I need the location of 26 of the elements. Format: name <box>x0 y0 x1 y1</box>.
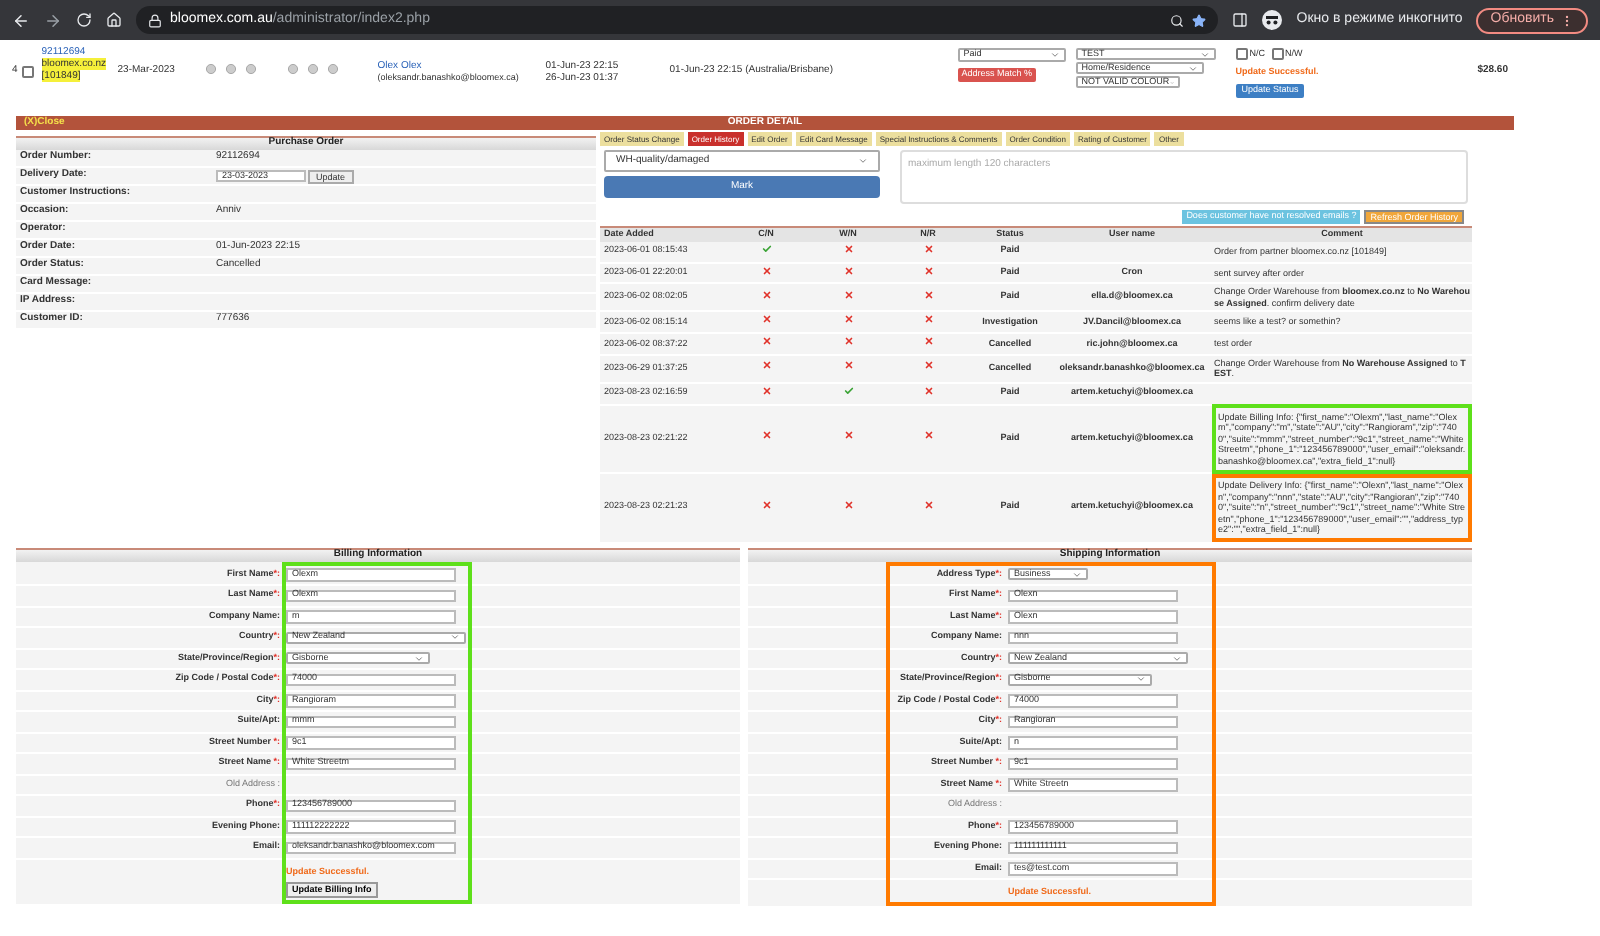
circle-icon[interactable] <box>307 64 318 74</box>
chevron-icon <box>1136 674 1146 685</box>
chevron-icon <box>1072 569 1082 580</box>
side-panel-icon[interactable] <box>1232 12 1249 28</box>
circle-icon[interactable] <box>327 64 338 74</box>
reload-icon[interactable] <box>76 12 92 28</box>
circle-icon[interactable] <box>205 64 216 74</box>
home-icon[interactable] <box>106 12 122 28</box>
lock-icon <box>148 13 162 27</box>
chevron-icon <box>858 156 868 166</box>
checkbox[interactable] <box>1235 48 1248 61</box>
chevron-icon <box>414 653 424 664</box>
search-icon[interactable] <box>1170 13 1185 27</box>
incognito-icon[interactable] <box>1262 10 1283 30</box>
checkbox[interactable] <box>21 65 34 78</box>
checkbox[interactable] <box>1271 48 1284 61</box>
forward-icon[interactable] <box>44 11 62 29</box>
circle-icon[interactable] <box>287 64 298 74</box>
more-icon <box>1560 13 1574 27</box>
chevron-icon <box>450 632 460 643</box>
circle-icon[interactable] <box>225 64 236 74</box>
chevron-icon <box>1172 653 1182 664</box>
star-icon[interactable] <box>1192 13 1207 27</box>
circle-icon[interactable] <box>245 64 256 74</box>
chevron-icon <box>1049 50 1060 60</box>
back-icon[interactable] <box>12 11 30 29</box>
